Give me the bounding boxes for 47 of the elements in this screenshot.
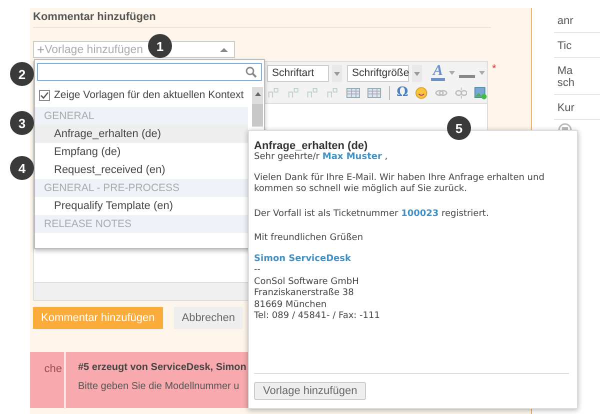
scroll-up-icon[interactable] [254,90,262,98]
preview-text: Der Vorfall ist als Ticketnummer 100023 registriert. [254,208,490,220]
smiley-icon[interactable] [415,86,428,100]
sidebar-item: Ma sch [554,58,600,95]
preview-text: 81669 München [254,300,328,311]
image-icon[interactable] [474,86,487,100]
step-marker: 4 [10,156,34,180]
signature-name: Simon ServiceDesk [254,254,352,265]
group-header: GENERAL [35,107,248,125]
scroll-thumb[interactable] [252,104,263,126]
preview-text: Franziskanerstraße 38 [254,288,355,300]
sidebar-item: anr [554,8,600,33]
entry-text: Bitte geben Sie die Modellnummer u [78,381,240,392]
preview-text: ConSol Software GmbH [254,276,360,288]
preview-text: Vielen Dank für Ihre E-Mail. Wir haben Ihre Anfrage erhalten und kommen so schnell wie möglich auf Sie zurück. [254,172,546,196]
special-char-button[interactable]: Ω [396,86,408,100]
table-icon[interactable] [346,86,360,100]
template-item[interactable]: Empfang (de) [35,143,248,161]
group-header: GENERAL - PRE-PROCESS [35,179,248,197]
font-select[interactable]: Schriftart [267,64,329,82]
context-checkbox[interactable]: Zeige Vorlagen für den aktuellen Kontext [35,87,252,107]
checkbox-icon[interactable] [39,90,50,100]
search-field[interactable] [37,63,262,81]
panel-title: Kommentar hinzufügen [33,8,492,28]
preview-text: Tel: 089 / 45841- / Fax: -111 [254,311,381,322]
preview-text: Mit freundlichen Grüßen [254,233,364,244]
table-icon[interactable] [367,86,382,100]
caret-icon[interactable] [332,64,342,82]
entry-title: #5 erzeugt von ServiceDesk, Simon [78,362,246,373]
template-item[interactable]: Request_received (en) [35,161,248,179]
preview-title: Anfrage_erhalten (de) [254,140,369,152]
caret-icon[interactable] [412,64,422,82]
scrollbar[interactable] [252,87,263,127]
cancel-button[interactable]: Abbrechen [174,307,243,329]
preview-text: Sehr geehrte/r Max Muster , [254,152,389,164]
preview-text: -- [254,265,262,276]
history-label: che [30,352,66,409]
add-template-button[interactable]: Vorlage hinzufügen [254,382,366,400]
template-item[interactable]: Prequalify Template (en) [35,197,248,215]
sidebar-item: Kur [554,95,600,120]
search-icon[interactable] [245,66,257,78]
group-header: RELEASE NOTES [35,215,248,233]
font-select[interactable]: Schriftgröße [347,64,409,82]
template-item[interactable]: Anfrage_erhalten (de) [35,125,248,143]
step-marker: 3 [10,111,34,135]
sidebar-item: Tic [554,33,600,58]
step-marker: 2 [10,62,34,86]
